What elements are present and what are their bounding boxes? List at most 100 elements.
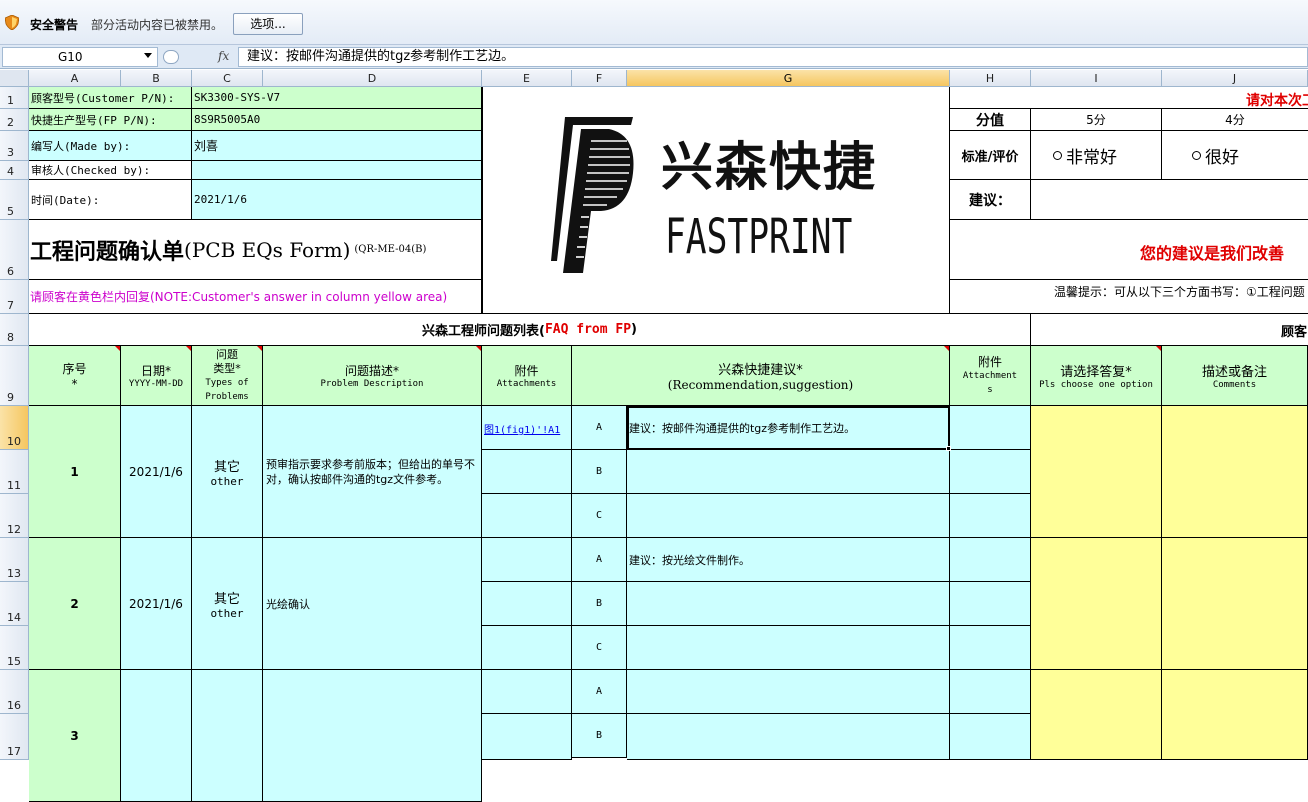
rating-option-4[interactable]: 很好 <box>1162 131 1308 180</box>
fp-pn-value[interactable]: 8S9R5005A0 <box>192 109 482 131</box>
issue-3-attach2-a[interactable] <box>950 670 1031 714</box>
tip-cell[interactable]: 温馨提示：可从以下三个方面书写：①工程问题 <box>950 280 1308 314</box>
issue-2-attach2-a[interactable] <box>950 538 1031 582</box>
row-header-12[interactable]: 12 <box>0 494 29 538</box>
issue-1-option-c-text[interactable] <box>627 494 950 538</box>
issue-1-attach2-a[interactable] <box>950 406 1031 450</box>
row-header-2[interactable]: 2 <box>0 109 29 131</box>
column-header-h[interactable]: H <box>950 70 1031 87</box>
row-header-3[interactable]: 3 <box>0 131 29 161</box>
row-header-1[interactable]: 1 <box>0 87 29 109</box>
header-seq[interactable]: 序号 * <box>29 346 121 406</box>
row-header-10[interactable]: 10 <box>0 406 29 450</box>
issue-1-seq[interactable]: 1 <box>29 406 121 538</box>
issue-3-date[interactable] <box>121 670 192 802</box>
column-header-a[interactable]: A <box>29 70 121 87</box>
issue-3-seq[interactable]: 3 <box>29 670 121 802</box>
radio-icon[interactable] <box>1053 150 1062 160</box>
header-attachments[interactable]: 附件 Attachments <box>482 346 572 406</box>
issue-3-attach2-b[interactable] <box>950 714 1031 760</box>
formula-expand-icon[interactable] <box>163 50 179 64</box>
row-header-11[interactable]: 11 <box>0 450 29 494</box>
column-header-i[interactable]: I <box>1031 70 1162 87</box>
issue-3-option-b-text[interactable] <box>627 714 950 760</box>
issue-1-attachment-b[interactable] <box>482 450 572 494</box>
issue-2-option-c-text[interactable] <box>627 626 950 670</box>
form-title-cell[interactable]: 工程问题确认单 (PCB EQs Form) (QR-ME-04(B) <box>29 220 482 280</box>
column-header-c[interactable]: C <box>192 70 263 87</box>
row-header-8[interactable]: 8 <box>0 314 29 346</box>
issue-2-attachment-c[interactable] <box>482 626 572 670</box>
issue-1-option-a-text[interactable]: 建议：按邮件沟通提供的tgz参考制作工艺边。 <box>627 406 950 450</box>
issue-2-comments[interactable] <box>1162 538 1308 670</box>
header-description[interactable]: 问题描述* Problem Description <box>263 346 482 406</box>
issue-2-option-a-key[interactable]: A <box>572 538 627 582</box>
checked-by-label[interactable]: 审核人(Checked by): <box>29 161 192 180</box>
issue-2-attach2-c[interactable] <box>950 626 1031 670</box>
score-5[interactable]: 5分 <box>1031 109 1162 131</box>
issue-1-description[interactable]: 预审指示要求参考前版本；但给出的单号不对，确认按邮件沟通的tgz文件参考。 <box>263 406 482 538</box>
issue-1-attach2-b[interactable] <box>950 450 1031 494</box>
fill-handle[interactable] <box>946 446 951 451</box>
column-header-f[interactable]: F <box>572 70 627 87</box>
name-box[interactable]: G10 <box>2 47 158 67</box>
issue-2-type[interactable]: 其它 other <box>192 538 263 670</box>
fastprint-logo-cell[interactable]: 兴森快捷 FASTPRINT <box>482 87 950 314</box>
issue-1-attachment-c[interactable] <box>482 494 572 538</box>
column-header-d[interactable]: D <box>263 70 482 87</box>
header-attachments-2[interactable]: 附件 Attachment s <box>950 346 1031 406</box>
issue-3-option-a-key[interactable]: A <box>572 670 627 714</box>
date-value[interactable]: 2021/1/6 <box>192 180 482 220</box>
row-header-17[interactable]: 17 <box>0 714 29 760</box>
row-header-13[interactable]: 13 <box>0 538 29 582</box>
suggestion-label[interactable]: 建议： <box>950 180 1031 220</box>
issue-1-option-b-text[interactable] <box>627 450 950 494</box>
issue-2-description[interactable]: 光绘确认 <box>263 538 482 670</box>
row-header-5[interactable]: 5 <box>0 180 29 220</box>
issue-1-option-b-key[interactable]: B <box>572 450 627 494</box>
row-header-7[interactable]: 7 <box>0 280 29 314</box>
made-by-value[interactable]: 刘喜 <box>192 131 482 161</box>
row-header-9[interactable]: 9 <box>0 346 29 406</box>
issue-3-option-b-key[interactable]: B <box>572 714 627 758</box>
issue-1-attach2-c[interactable] <box>950 494 1031 538</box>
header-reply[interactable]: 请选择答复* Pls choose one option <box>1031 346 1162 406</box>
issue-1-type[interactable]: 其它 other <box>192 406 263 538</box>
issue-3-option-a-text[interactable] <box>627 670 950 714</box>
issue-2-option-b-text[interactable] <box>627 582 950 626</box>
suggestion-banner-cell[interactable]: 您的建议是我们改善 <box>950 220 1308 280</box>
header-comments[interactable]: 描述或备注 Comments <box>1162 346 1308 406</box>
customer-pn-value[interactable]: SK3300-SYS-V7 <box>192 87 482 109</box>
issue-2-reply[interactable] <box>1031 538 1162 670</box>
issue-3-type[interactable] <box>192 670 263 802</box>
issue-1-date[interactable]: 2021/1/6 <box>121 406 192 538</box>
issue-1-option-a-key[interactable]: A <box>572 406 627 450</box>
issue-3-comments[interactable] <box>1162 670 1308 760</box>
issue-3-attachment-a[interactable] <box>482 670 572 714</box>
column-header-e[interactable]: E <box>482 70 572 87</box>
row-header-15[interactable]: 15 <box>0 626 29 670</box>
header-recommendation[interactable]: 兴森快捷建议* (Recommendation,suggestion) <box>572 346 950 406</box>
issue-1-attachment-link[interactable]: 图1(fig1)'!A1 <box>484 425 560 436</box>
security-options-button[interactable]: 选项... <box>233 13 303 35</box>
issue-3-description[interactable] <box>263 670 482 802</box>
radio-icon[interactable] <box>1192 150 1201 160</box>
issue-2-option-a-text[interactable]: 建议：按光绘文件制作。 <box>627 538 950 582</box>
issue-1-reply[interactable] <box>1031 406 1162 538</box>
issue-2-attachment-b[interactable] <box>482 582 572 626</box>
issue-2-date[interactable]: 2021/1/6 <box>121 538 192 670</box>
customer-note[interactable]: 请顾客在黄色栏内回复(NOTE:Customer's answer in col… <box>29 280 482 314</box>
rating-option-5[interactable]: 非常好 <box>1031 131 1162 180</box>
issue-2-option-b-key[interactable]: B <box>572 582 627 626</box>
issue-2-attach2-b[interactable] <box>950 582 1031 626</box>
column-header-g[interactable]: G <box>627 70 950 87</box>
issue-1-attachment[interactable]: 图1(fig1)'!A1 <box>482 406 572 450</box>
column-header-j[interactable]: J <box>1162 70 1308 87</box>
header-type[interactable]: 问题 类型* Types of Problems <box>192 346 263 406</box>
issue-1-comments[interactable] <box>1162 406 1308 538</box>
made-by-label[interactable]: 编写人(Made by): <box>29 131 192 161</box>
row-header-6[interactable]: 6 <box>0 220 29 280</box>
faq-section-title[interactable]: 兴森工程师问题列表(FAQ from FP) <box>29 314 1031 346</box>
score-label[interactable]: 分值 <box>950 109 1031 131</box>
issue-2-seq[interactable]: 2 <box>29 538 121 670</box>
